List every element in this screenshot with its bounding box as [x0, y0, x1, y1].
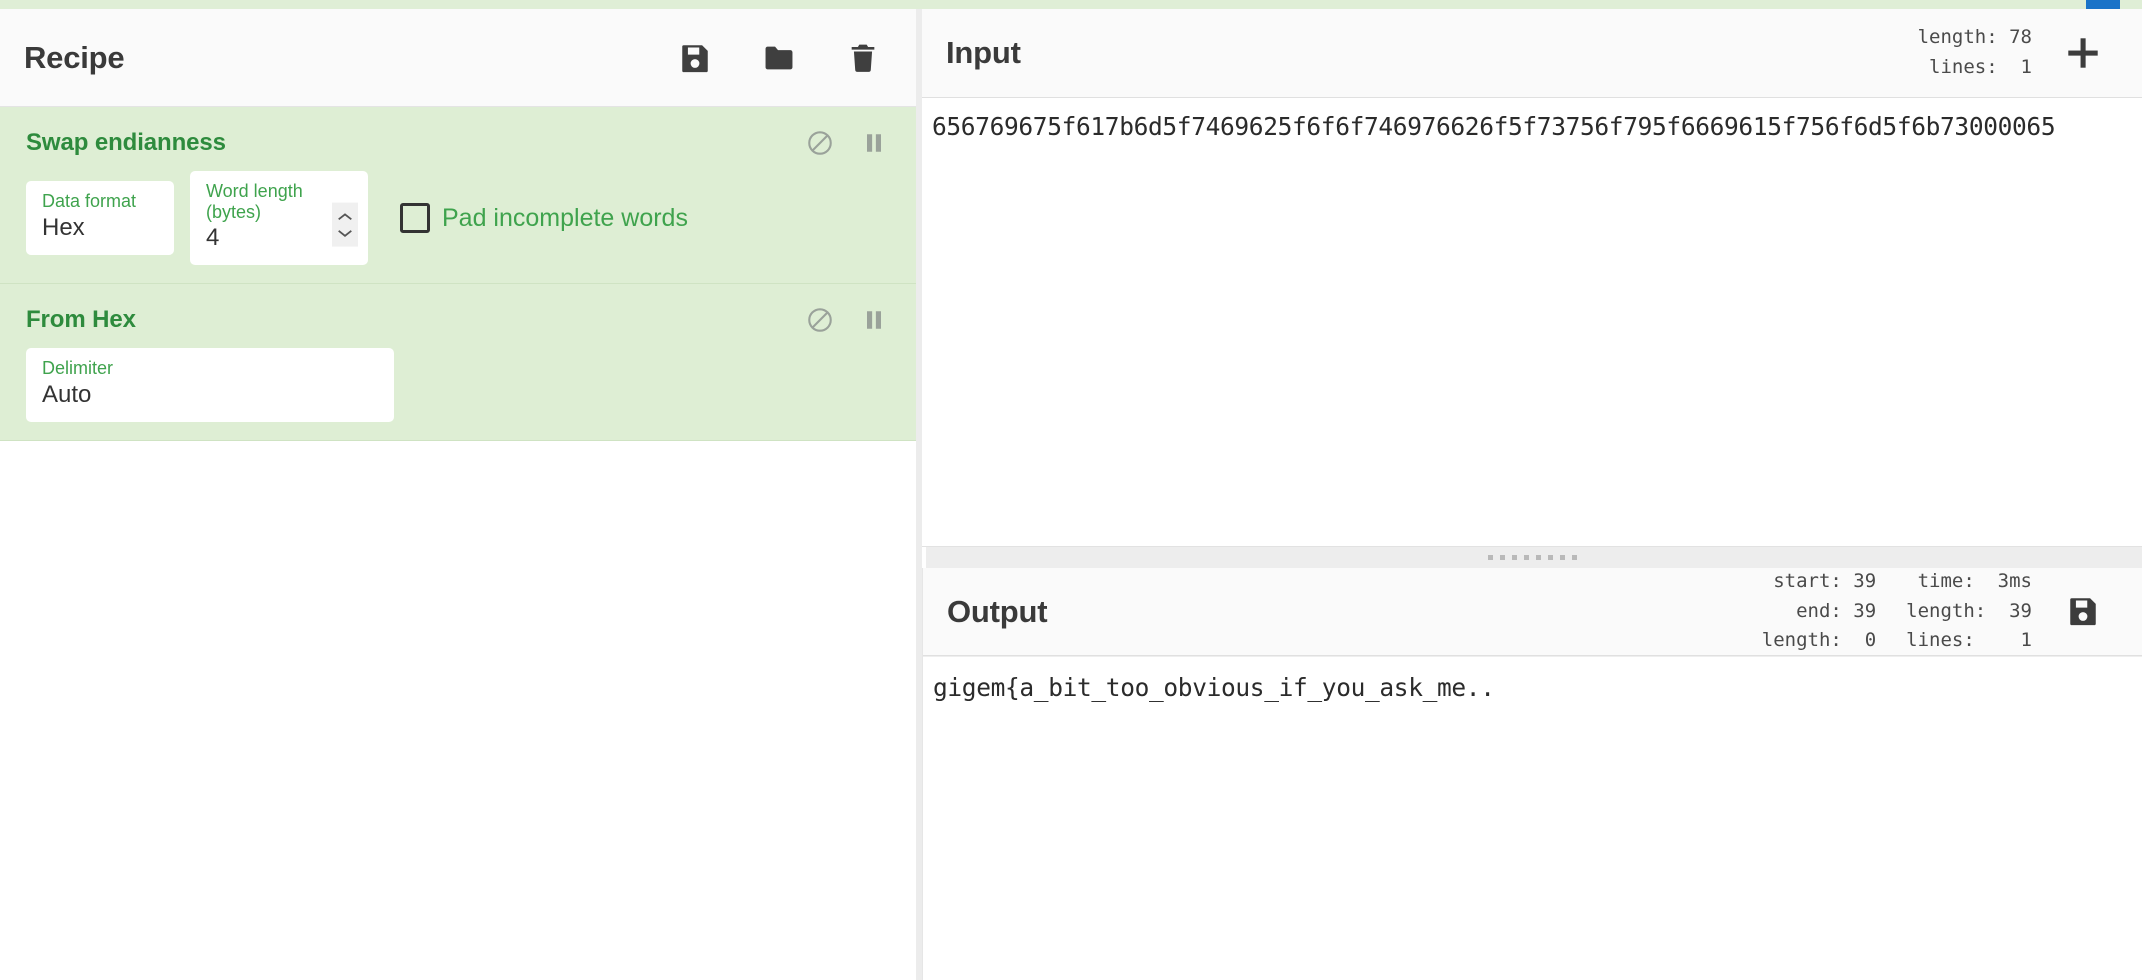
arg-label: Word length (bytes) — [206, 181, 303, 222]
input-text[interactable]: 656769675f617b6d5f7469625f6f6f746976626f… — [922, 110, 2142, 143]
input-body[interactable]: 656769675f617b6d5f7469625f6f6f746976626f… — [922, 98, 2142, 546]
add-input-tab-icon[interactable] — [2062, 32, 2104, 74]
input-stat-column: length: 78 lines: 1 — [1918, 24, 2032, 81]
output-stats: start: 39 end: 39 length: 0 time: 3ms le… — [1762, 568, 2142, 655]
output-title: Output — [947, 593, 1048, 629]
output-length-stat: length: 39 — [1906, 599, 2032, 622]
operation-controls — [806, 306, 888, 334]
operation-header: Swap endianness — [0, 107, 916, 163]
output-selection-stats: start: 39 end: 39 length: 0 — [1762, 568, 1876, 655]
recipe-operation-from-hex[interactable]: From Hex Delimiter Auto — [0, 284, 916, 441]
arg-word-length[interactable]: Word length (bytes) 4 — [190, 171, 368, 266]
number-stepper[interactable] — [332, 202, 358, 247]
output-bake-stats: time: 3ms length: 39 lines: 1 — [1906, 568, 2032, 655]
save-output-icon[interactable] — [2062, 590, 2104, 632]
output-end-stat: end: 39 — [1796, 599, 1877, 622]
breakpoint-pause-icon[interactable] — [860, 129, 888, 157]
recipe-title: Recipe — [24, 39, 125, 75]
top-blue-indicator — [2086, 0, 2120, 9]
output-section: Output start: 39 end: 39 length: 0 time:… — [922, 568, 2142, 980]
splitter-left-cap — [922, 547, 926, 568]
chevron-down-icon — [338, 229, 352, 237]
operation-header: From Hex — [0, 284, 916, 340]
drag-handle-dots — [1487, 555, 1577, 560]
clear-recipe-icon[interactable] — [846, 41, 880, 75]
recipe-title-bar: Recipe — [0, 9, 916, 107]
recipe-operation-swap-endianness[interactable]: Swap endianness Data format Hex Word len… — [0, 107, 916, 285]
arg-value: 4 — [206, 224, 220, 252]
cyberchef-app: Recipe Swap endianness Data format Hex W… — [0, 0, 2142, 980]
io-pane: Input length: 78 lines: 1 656769675f617b… — [922, 9, 2142, 980]
chevron-up-icon — [338, 212, 352, 220]
disable-operation-icon[interactable] — [806, 129, 834, 157]
breakpoint-pause-icon[interactable] — [860, 306, 888, 334]
output-lines-stat: lines: 1 — [1906, 629, 2032, 652]
output-text[interactable]: gigem{a_bit_too_obvious_if_you_ask_me.. — [923, 671, 2142, 704]
arg-label: Delimiter — [42, 358, 114, 379]
arg-pad-incomplete-words[interactable]: Pad incomplete words — [400, 203, 688, 234]
output-start-stat: start: 39 — [1773, 570, 1877, 593]
arg-label: Data format — [42, 191, 137, 212]
input-stats: length: 78 lines: 1 — [1918, 24, 2142, 81]
arg-data-format[interactable]: Data format Hex — [26, 181, 174, 255]
operation-controls — [806, 129, 888, 157]
input-title: Input — [946, 35, 1021, 70]
save-recipe-icon[interactable] — [678, 41, 712, 75]
operation-arguments: Data format Hex Word length (bytes) 4 Pa… — [0, 163, 916, 266]
output-body[interactable]: gigem{a_bit_too_obvious_if_you_ask_me.. — [923, 656, 2142, 980]
recipe-operation-list[interactable]: Swap endianness Data format Hex Word len… — [0, 107, 916, 980]
output-time-stat: time: 3ms — [1917, 570, 2032, 593]
recipe-toolbar — [678, 41, 880, 75]
checkbox-box[interactable] — [400, 203, 430, 234]
arg-value: Hex — [42, 214, 85, 242]
output-header: Output start: 39 end: 39 length: 0 time:… — [923, 568, 2142, 656]
operation-arguments: Delimiter Auto — [0, 340, 916, 422]
operation-title: From Hex — [26, 306, 136, 334]
io-horizontal-splitter[interactable] — [922, 546, 2142, 568]
input-header: Input length: 78 lines: 1 — [922, 9, 2142, 98]
disable-operation-icon[interactable] — [806, 306, 834, 334]
recipe-pane: Recipe Swap endianness Data format Hex W… — [0, 9, 916, 980]
input-lines-stat: lines: 1 — [1929, 56, 2032, 78]
checkbox-label: Pad incomplete words — [442, 203, 688, 232]
load-recipe-icon[interactable] — [762, 41, 796, 75]
output-selection-length-stat: length: 0 — [1761, 629, 1877, 652]
arg-delimiter[interactable]: Delimiter Auto — [26, 348, 394, 422]
main-split: Recipe Swap endianness Data format Hex W… — [0, 9, 2142, 980]
top-strip — [0, 0, 2142, 9]
input-length-stat: length: 78 — [1917, 26, 2032, 49]
operation-title: Swap endianness — [26, 129, 226, 156]
arg-value: Auto — [42, 380, 92, 408]
